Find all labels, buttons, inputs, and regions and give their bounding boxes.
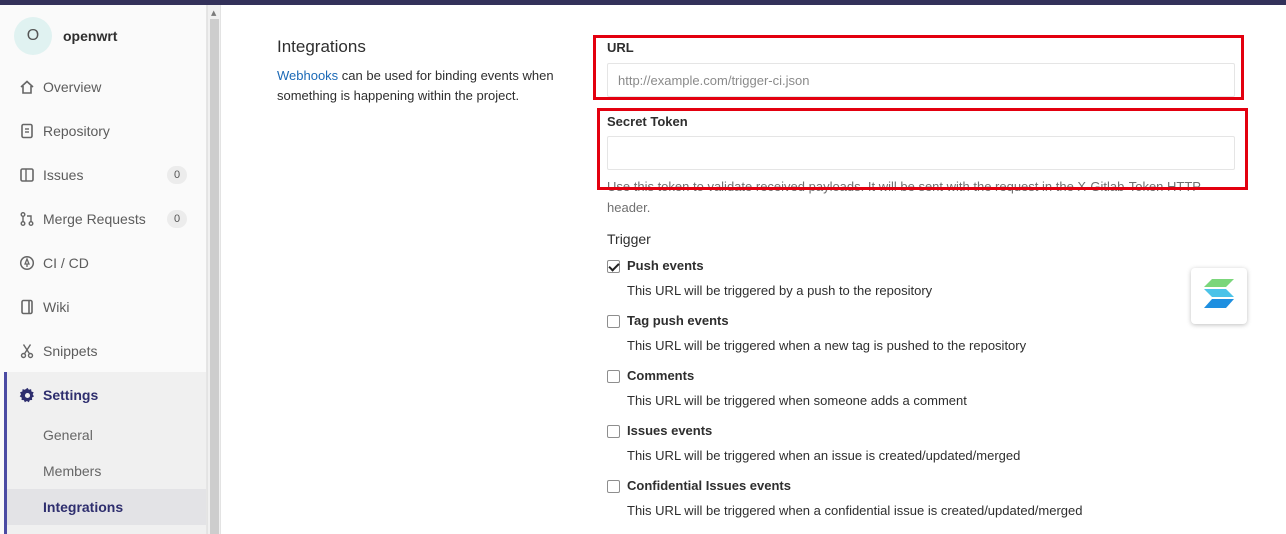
- secret-token-input[interactable]: [607, 136, 1235, 170]
- url-input[interactable]: [607, 63, 1235, 97]
- trigger-title[interactable]: Comments: [627, 368, 694, 383]
- scroll-up-arrow-icon[interactable]: ▲: [211, 9, 216, 17]
- trigger-title[interactable]: Tag push events: [627, 313, 729, 328]
- sidebar-item-settings[interactable]: Settings: [0, 373, 206, 417]
- sidebar-item-snippets[interactable]: Snippets: [0, 329, 206, 373]
- sidebar-item-label: Issues: [43, 167, 84, 183]
- sidebar-item-repository[interactable]: Repository: [0, 109, 206, 153]
- scissors-icon: [18, 342, 36, 360]
- page-description: Webhooks can be used for binding events …: [277, 66, 587, 106]
- sidebar-item-label: Overview: [43, 79, 102, 95]
- issues-icon: [18, 166, 36, 184]
- sidebar-item-overview[interactable]: Overview: [0, 65, 206, 109]
- settings-sub-integrations[interactable]: Integrations: [43, 499, 123, 515]
- project-avatar: O: [14, 17, 52, 55]
- stacked-layers-logo-icon: [1202, 277, 1236, 316]
- home-icon: [18, 78, 36, 96]
- trigger-description: This URL will be triggered when someone …: [627, 393, 967, 408]
- page-title: Integrations: [277, 37, 366, 56]
- trigger-label: Trigger: [607, 231, 651, 247]
- secret-token-label: Secret Token: [607, 114, 688, 129]
- sidebar-item-merge-requests[interactable]: Merge Requests 0: [0, 197, 206, 241]
- sidebar-item-label: CI / CD: [43, 255, 89, 271]
- merge-requests-count-badge: 0: [167, 210, 187, 228]
- sidebar-item-label: Settings: [43, 387, 99, 403]
- issues-count-badge: 0: [167, 166, 187, 184]
- gear-icon: [18, 386, 36, 404]
- rocket-icon: [18, 254, 36, 272]
- sidebar-item-wiki[interactable]: Wiki: [0, 285, 206, 329]
- push-events-checkbox[interactable]: [607, 260, 620, 273]
- project-name: openwrt: [63, 28, 118, 44]
- comments-checkbox[interactable]: [607, 370, 620, 383]
- merge-request-icon: [18, 210, 36, 228]
- floating-app-button[interactable]: [1191, 268, 1247, 324]
- book-icon: [18, 298, 36, 316]
- secret-token-help: Use this token to validate received payl…: [607, 179, 1201, 215]
- sidebar-item-label: Repository: [43, 123, 110, 139]
- url-label: URL: [607, 40, 634, 55]
- project-header[interactable]: O openwrt: [14, 17, 117, 55]
- confidential-issues-events-checkbox[interactable]: [607, 480, 620, 493]
- trigger-title[interactable]: Confidential Issues events: [627, 478, 791, 493]
- scrollbar-thumb[interactable]: [210, 19, 219, 534]
- settings-sub-members[interactable]: Members: [43, 463, 101, 479]
- sidebar-scrollbar[interactable]: ▲: [207, 5, 221, 534]
- trigger-title[interactable]: Issues events: [627, 423, 712, 438]
- settings-sub-general[interactable]: General: [43, 427, 93, 443]
- document-icon: [18, 122, 36, 140]
- trigger-description: This URL will be triggered by a push to …: [627, 283, 933, 298]
- tag-push-events-checkbox[interactable]: [607, 315, 620, 328]
- trigger-description: This URL will be triggered when a confid…: [627, 503, 1083, 518]
- sidebar-item-issues[interactable]: Issues 0: [0, 153, 206, 197]
- trigger-title[interactable]: Push events: [627, 258, 704, 273]
- sidebar-item-label: Merge Requests: [43, 211, 146, 227]
- trigger-description: This URL will be triggered when a new ta…: [627, 338, 1027, 353]
- trigger-description: This URL will be triggered when an issue…: [627, 448, 1021, 463]
- webhooks-link[interactable]: Webhooks: [277, 68, 338, 83]
- sidebar-item-label: Snippets: [43, 343, 98, 359]
- sidebar-item-ci-cd[interactable]: CI / CD: [0, 241, 206, 285]
- sidebar-item-label: Wiki: [43, 299, 70, 315]
- issues-events-checkbox[interactable]: [607, 425, 620, 438]
